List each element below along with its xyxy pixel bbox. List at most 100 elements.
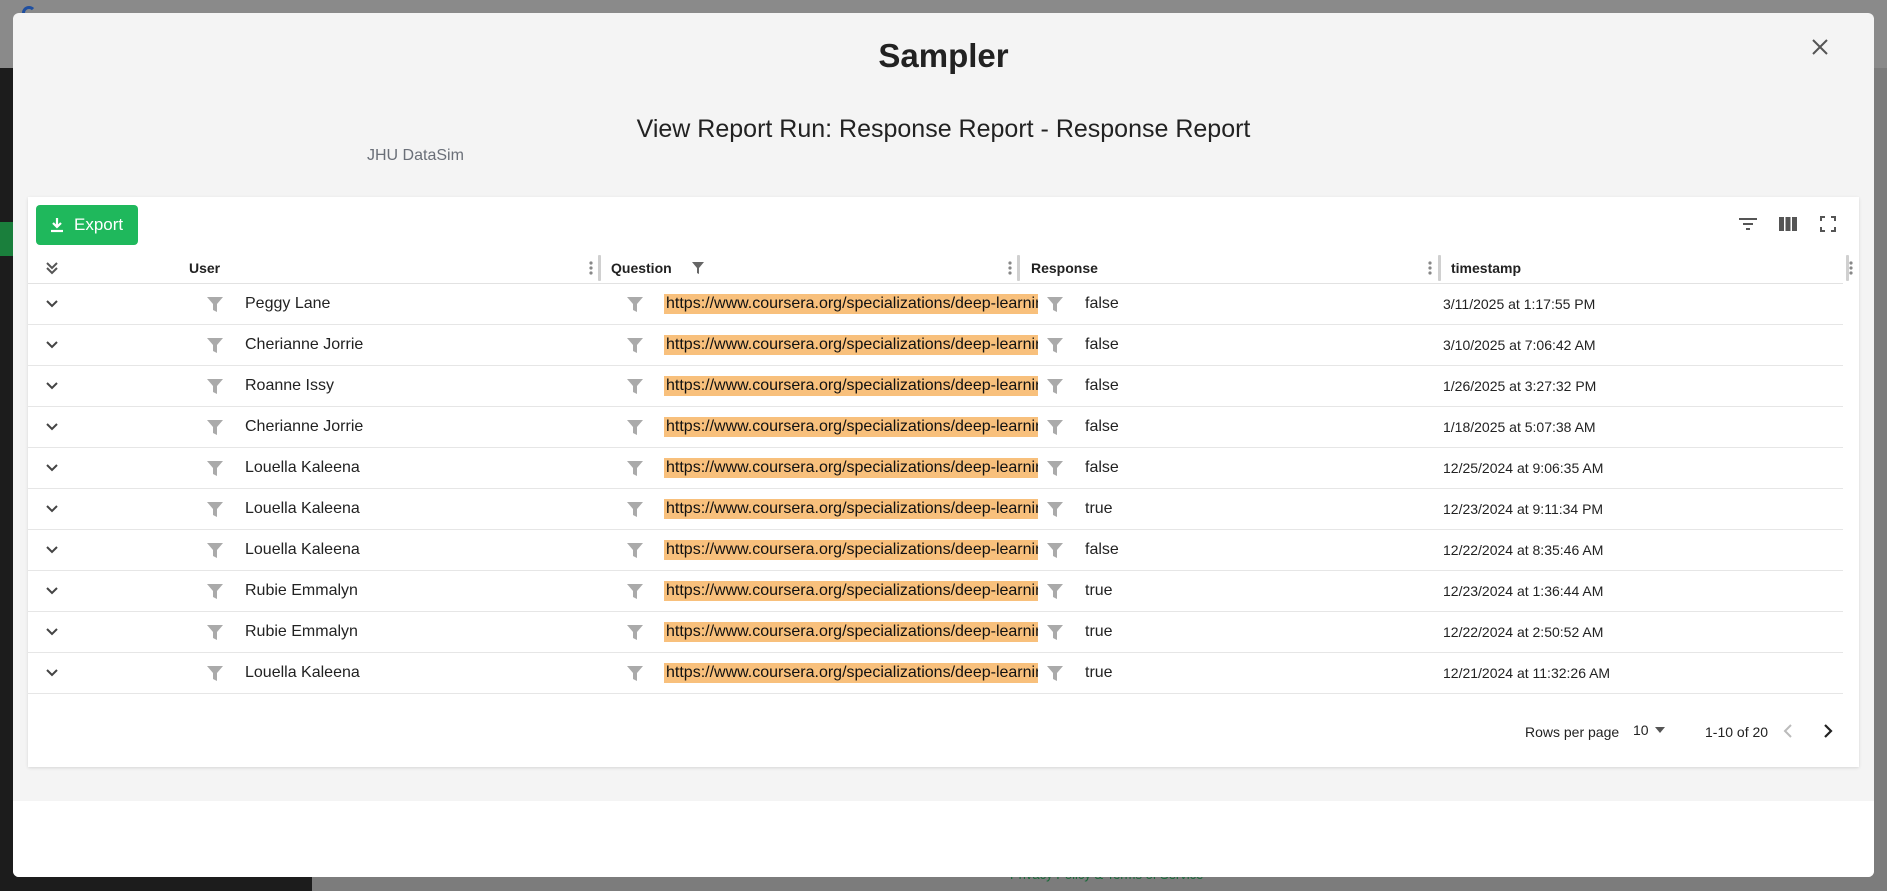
next-page-button[interactable]	[1816, 719, 1840, 743]
funnel-icon	[627, 584, 643, 599]
filter-by-response-button[interactable]	[1045, 407, 1065, 447]
column-menu-response[interactable]	[1422, 260, 1438, 276]
filter-by-user-button[interactable]	[205, 571, 225, 611]
timestamp-cell: 1/26/2025 at 3:27:32 PM	[1443, 378, 1597, 394]
table-row: Rubie Emmalyn https://www.coursera.org/s…	[28, 612, 1843, 653]
table-row: Cherianne Jorrie https://www.coursera.or…	[28, 325, 1843, 366]
filter-by-user-button[interactable]	[205, 407, 225, 447]
table-row: Louella Kaleena https://www.coursera.org…	[28, 530, 1843, 571]
funnel-icon	[1047, 502, 1063, 517]
column-header-question[interactable]: Question	[611, 251, 1018, 284]
filter-by-user-button[interactable]	[205, 325, 225, 365]
funnel-icon	[627, 625, 643, 640]
filter-by-response-button[interactable]	[1045, 325, 1065, 365]
question-link[interactable]: https://www.coursera.org/specializations…	[664, 417, 1038, 437]
rows-per-page-select[interactable]: 10	[1633, 722, 1665, 738]
filter-by-response-button[interactable]	[1045, 489, 1065, 529]
filter-by-user-button[interactable]	[205, 448, 225, 488]
column-label-user: User	[189, 259, 221, 276]
question-link[interactable]: https://www.coursera.org/specializations…	[664, 499, 1038, 519]
export-button[interactable]: Export	[36, 205, 138, 245]
column-menu-question[interactable]	[1002, 260, 1018, 276]
row-expand-button[interactable]	[40, 612, 64, 652]
more-vert-icon	[1008, 261, 1012, 275]
response-cell: false	[1085, 418, 1119, 435]
column-header-timestamp[interactable]: timestamp	[1451, 251, 1859, 284]
fullscreen-button[interactable]	[1815, 211, 1841, 237]
question-link[interactable]: https://www.coursera.org/specializations…	[664, 294, 1038, 314]
rows-per-page-value: 10	[1633, 722, 1649, 738]
filter-by-response-button[interactable]	[1045, 448, 1065, 488]
filter-by-question-button[interactable]	[625, 448, 645, 488]
filter-by-question-button[interactable]	[625, 489, 645, 529]
funnel-icon	[207, 420, 223, 435]
filter-by-user-button[interactable]	[205, 284, 225, 324]
funnel-icon	[207, 338, 223, 353]
filter-by-question-button[interactable]	[625, 571, 645, 611]
row-expand-button[interactable]	[40, 366, 64, 406]
filter-by-user-button[interactable]	[205, 489, 225, 529]
table-row: Louella Kaleena https://www.coursera.org…	[28, 653, 1843, 694]
row-expand-button[interactable]	[40, 530, 64, 570]
funnel-icon	[207, 379, 223, 394]
chevron-down-icon	[46, 546, 58, 554]
column-resize-handle[interactable]	[1017, 255, 1020, 281]
timestamp-cell: 3/11/2025 at 1:17:55 PM	[1443, 296, 1596, 312]
chevron-down-icon	[46, 505, 58, 513]
report-subtitle: View Report Run: Response Report - Respo…	[636, 115, 1251, 143]
row-expand-button[interactable]	[40, 489, 64, 529]
filter-by-user-button[interactable]	[205, 366, 225, 406]
question-link[interactable]: https://www.coursera.org/specializations…	[664, 622, 1038, 642]
filter-by-response-button[interactable]	[1045, 612, 1065, 652]
filter-by-question-button[interactable]	[625, 325, 645, 365]
column-header-user[interactable]: User	[189, 251, 599, 284]
column-menu-user[interactable]	[583, 260, 599, 276]
question-link[interactable]: https://www.coursera.org/specializations…	[664, 540, 1038, 560]
more-vert-icon	[1428, 261, 1432, 275]
expand-all-button[interactable]	[40, 251, 64, 284]
filter-by-question-button[interactable]	[625, 612, 645, 652]
funnel-icon	[627, 502, 643, 517]
filter-by-user-button[interactable]	[205, 530, 225, 570]
user-cell: Peggy Lane	[245, 295, 331, 312]
funnel-icon	[1047, 420, 1063, 435]
previous-page-button[interactable]	[1776, 719, 1800, 743]
question-link[interactable]: https://www.coursera.org/specializations…	[664, 458, 1038, 478]
user-cell: Rubie Emmalyn	[245, 623, 358, 640]
question-link[interactable]: https://www.coursera.org/specializations…	[664, 663, 1038, 683]
column-resize-handle[interactable]	[1438, 255, 1441, 281]
column-resize-handle[interactable]	[1846, 255, 1849, 281]
row-expand-button[interactable]	[40, 325, 64, 365]
filter-by-response-button[interactable]	[1045, 653, 1065, 693]
filter-by-user-button[interactable]	[205, 653, 225, 693]
filter-by-question-button[interactable]	[625, 530, 645, 570]
funnel-icon	[1047, 584, 1063, 599]
column-resize-handle[interactable]	[598, 255, 601, 281]
row-expand-button[interactable]	[40, 284, 64, 324]
question-link[interactable]: https://www.coursera.org/specializations…	[664, 335, 1038, 355]
question-link[interactable]: https://www.coursera.org/specializations…	[664, 581, 1038, 601]
row-expand-button[interactable]	[40, 448, 64, 488]
filter-by-response-button[interactable]	[1045, 571, 1065, 611]
filter-by-response-button[interactable]	[1045, 366, 1065, 406]
question-link[interactable]: https://www.coursera.org/specializations…	[664, 376, 1038, 396]
filter-by-user-button[interactable]	[205, 612, 225, 652]
question-cell: https://www.coursera.org/specializations…	[664, 325, 1038, 365]
filter-by-question-button[interactable]	[625, 407, 645, 447]
filter-by-question-button[interactable]	[625, 366, 645, 406]
caret-down-icon	[1654, 727, 1665, 733]
row-expand-button[interactable]	[40, 571, 64, 611]
column-header-response[interactable]: Response	[1031, 251, 1438, 284]
columns-button[interactable]	[1775, 211, 1801, 237]
row-expand-button[interactable]	[40, 407, 64, 447]
filter-by-response-button[interactable]	[1045, 284, 1065, 324]
response-cell: true	[1085, 500, 1113, 517]
sidebar-selected-indicator	[0, 222, 14, 256]
question-cell: https://www.coursera.org/specializations…	[664, 653, 1038, 693]
row-expand-button[interactable]	[40, 653, 64, 693]
report-modal: Sampler View Report Run: Response Report…	[13, 13, 1874, 877]
filter-by-question-button[interactable]	[625, 653, 645, 693]
filter-by-question-button[interactable]	[625, 284, 645, 324]
filter-by-response-button[interactable]	[1045, 530, 1065, 570]
filter-list-button[interactable]	[1735, 211, 1761, 237]
